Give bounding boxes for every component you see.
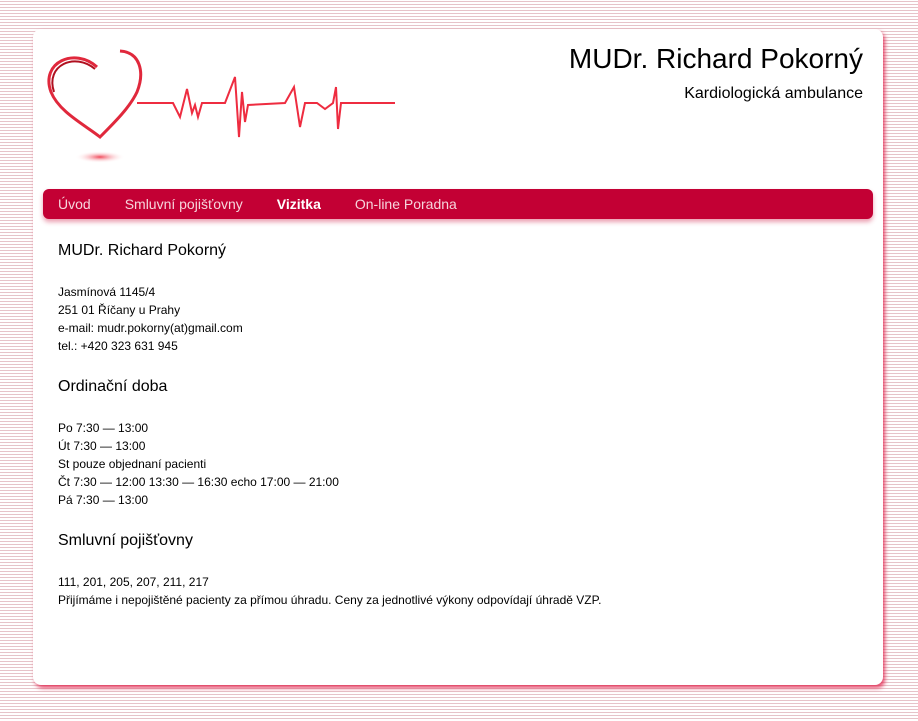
- hours-heading: Ordinační doba: [58, 378, 168, 395]
- hours-line: Čt 7:30 — 12:00 13:30 — 16:30 echo 17:00…: [58, 475, 339, 489]
- office-hours: Po 7:30 — 13:00 Út 7:30 — 13:00 St pouze…: [58, 419, 601, 509]
- nav-item-vizitka[interactable]: Vizitka: [277, 196, 321, 212]
- hours-line: Pá 7:30 — 13:00: [58, 493, 149, 507]
- email: e-mail: mudr.pokorny(at)gmail.com: [58, 321, 243, 335]
- hours-line: Po 7:30 — 13:00: [58, 421, 149, 435]
- contact-info: Jasmínová 1145/4 251 01 Říčany u Prahy e…: [58, 283, 601, 355]
- main-nav: Úvod Smluvní pojišťovny Vizitka On-line …: [43, 189, 873, 219]
- nav-item-smluvni-pojistovny[interactable]: Smluvní pojišťovny: [125, 196, 243, 212]
- insurance-info: 111, 201, 205, 207, 211, 217 Přijímáme i…: [58, 573, 601, 609]
- phone: tel.: +420 323 631 945: [58, 339, 178, 353]
- address-street: Jasmínová 1145/4: [58, 285, 156, 299]
- site-title: MUDr. Richard Pokorný: [568, 43, 863, 74]
- heart-ekg-icon: [47, 49, 395, 163]
- insurance-note: Přijímáme i nepojištěné pacienty za přím…: [58, 593, 602, 607]
- nav-item-online-poradna[interactable]: On-line Poradna: [355, 196, 457, 212]
- nav-item-uvod[interactable]: Úvod: [58, 196, 91, 212]
- address-city: 251 01 Říčany u Prahy: [58, 303, 181, 317]
- insurance-codes: 111, 201, 205, 207, 211, 217: [58, 575, 209, 589]
- page-container: MUDr. Richard Pokorný Kardiologická ambu…: [33, 29, 883, 685]
- hours-line: St pouze objednaní pacienti: [58, 457, 207, 471]
- insurance-heading: Smluvní pojišťovny: [58, 532, 193, 549]
- hours-line: Út 7:30 — 13:00: [58, 439, 146, 453]
- site-subtitle: Kardiologická ambulance: [684, 85, 863, 102]
- contact-heading: MUDr. Richard Pokorný: [58, 242, 227, 259]
- main-content: MUDr. Richard Pokorný Jasmínová 1145/4 2…: [58, 241, 601, 631]
